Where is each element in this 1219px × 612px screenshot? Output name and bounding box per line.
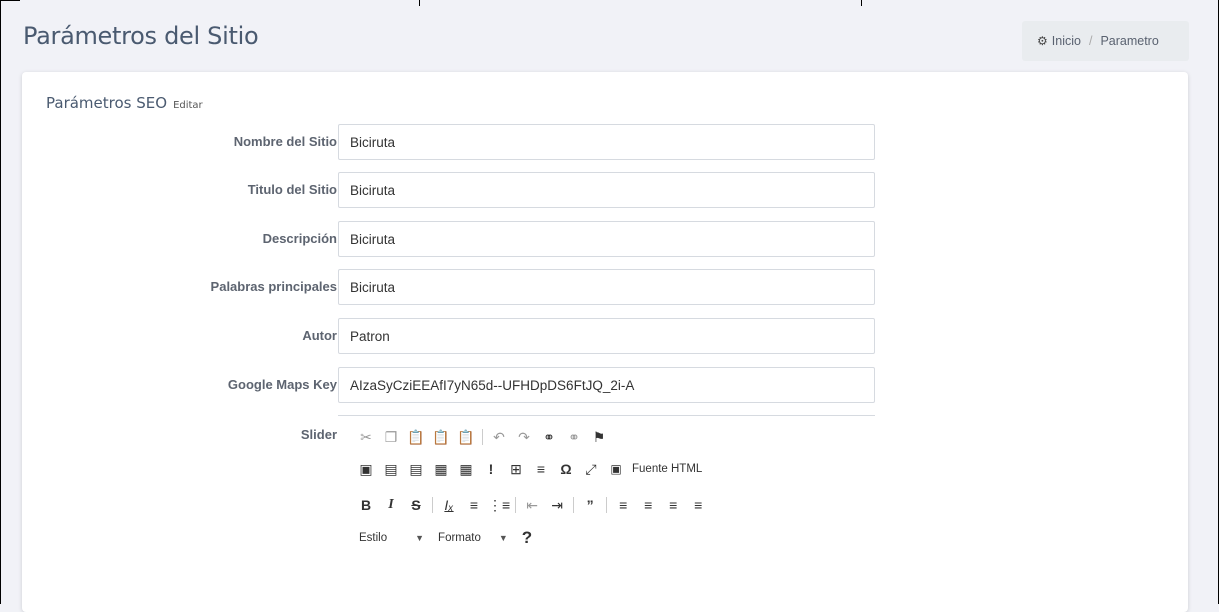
flash-icon[interactable]: ▤ xyxy=(380,459,402,479)
align-center-icon[interactable]: ≡ xyxy=(637,495,659,515)
author-label: Autor xyxy=(302,328,337,343)
anchor-flag-icon[interactable]: ⚑ xyxy=(588,427,610,447)
dashboard-icon: ⚙ xyxy=(1037,34,1048,48)
field-row-site-name: Nombre del Sitio xyxy=(22,124,1188,160)
numbered-list-icon[interactable]: ≡ xyxy=(463,495,485,515)
card-title: Parámetros SEO Editar xyxy=(46,94,203,112)
breadcrumb-current: Parametro xyxy=(1100,34,1159,48)
paste-text-icon[interactable]: 📋 xyxy=(430,427,452,447)
redo-icon[interactable]: ↷ xyxy=(513,427,535,447)
chevron-down-icon: ▼ xyxy=(498,533,508,543)
toolbar-separator xyxy=(515,497,517,513)
editor-toolbar-row-1: ✂ ❐ 📋 📋 📋 ↶ ↷ ⚭ ⚭ ⚑ xyxy=(355,427,613,447)
source-icon[interactable]: ▣ xyxy=(605,459,627,479)
grid-icon[interactable]: ▦ xyxy=(455,459,477,479)
indent-icon[interactable]: ⇥ xyxy=(546,495,568,515)
copy-icon[interactable]: ❐ xyxy=(380,427,402,447)
remove-format-icon[interactable]: Iₓ xyxy=(438,495,460,515)
paste-icon[interactable]: 📋 xyxy=(405,427,427,447)
seo-parameters-card: Parámetros SEO Editar Nombre del Sitio Ti… xyxy=(22,72,1188,612)
blockquote-icon[interactable]: ” xyxy=(579,495,601,515)
italic-icon[interactable]: I xyxy=(380,495,402,515)
description-label: Descripción xyxy=(262,231,337,246)
special-char-icon[interactable]: Ω xyxy=(555,459,577,479)
chevron-down-icon: ▼ xyxy=(415,533,425,543)
columns-icon[interactable]: ▦ xyxy=(430,459,452,479)
page-title: Parámetros del Sitio xyxy=(23,22,259,50)
description-input[interactable] xyxy=(338,221,875,257)
help-icon[interactable]: ? xyxy=(522,528,532,548)
site-name-label: Nombre del Sitio xyxy=(233,134,337,149)
horizontal-rule-icon[interactable]: ≡ xyxy=(530,459,552,479)
field-row-author: Autor xyxy=(22,318,1188,354)
format-dropdown-label: Formato xyxy=(438,532,481,544)
paste-word-icon[interactable]: 📋 xyxy=(455,427,477,447)
field-row-description: Descripción xyxy=(22,221,1188,257)
toolbar-separator xyxy=(573,497,575,513)
field-row-maps-key: Google Maps Key xyxy=(22,367,1188,403)
frame-tick xyxy=(419,0,420,6)
important-icon[interactable]: ! xyxy=(480,459,502,479)
bulleted-list-icon[interactable]: ⋮≡ xyxy=(488,495,510,515)
editor-toolbar-row-4: Estilo ▼ Formato ▼ ? xyxy=(359,528,532,548)
strikethrough-icon[interactable]: S xyxy=(405,495,427,515)
iframe-icon[interactable]: ▤ xyxy=(405,459,427,479)
breadcrumb: ⚙ Inicio / Parametro xyxy=(1022,21,1189,61)
align-right-icon[interactable]: ≡ xyxy=(662,495,684,515)
style-dropdown-label: Estilo xyxy=(359,532,388,544)
slider-label: Slider xyxy=(300,427,337,442)
frame-tick xyxy=(861,0,862,6)
site-title-input[interactable] xyxy=(338,172,875,208)
site-title-label: Titulo del Sitio xyxy=(247,182,337,197)
edit-link[interactable]: Editar xyxy=(173,100,203,111)
align-justify-icon[interactable]: ≡ xyxy=(687,495,709,515)
toolbar-separator xyxy=(606,497,608,513)
outdent-icon[interactable]: ⇤ xyxy=(521,495,543,515)
link-icon[interactable]: ⚭ xyxy=(538,427,560,447)
field-row-site-title: Titulo del Sitio xyxy=(22,172,1188,208)
maps-key-label: Google Maps Key xyxy=(227,377,337,392)
author-input[interactable] xyxy=(338,318,875,354)
unlink-icon[interactable]: ⚭ xyxy=(563,427,585,447)
editor-top-border xyxy=(338,415,875,416)
cut-icon[interactable]: ✂ xyxy=(355,427,377,447)
image-icon[interactable]: ▣ xyxy=(355,459,377,479)
table-icon[interactable]: ⊞ xyxy=(505,459,527,479)
format-dropdown[interactable]: Formato ▼ xyxy=(438,532,508,544)
bold-icon[interactable]: B xyxy=(355,495,377,515)
toolbar-separator xyxy=(482,429,483,445)
keywords-input[interactable] xyxy=(338,269,875,305)
maps-key-input[interactable] xyxy=(338,367,875,403)
frame-left-border xyxy=(0,0,1,604)
editor-toolbar-row-2: ▣ ▤ ▤ ▦ ▦ ! ⊞ ≡ Ω ⤢ ▣ Fuente HTML xyxy=(355,459,702,479)
align-left-icon[interactable]: ≡ xyxy=(612,495,634,515)
field-row-keywords: Palabras principales xyxy=(22,269,1188,305)
source-html-button[interactable]: Fuente HTML xyxy=(632,463,702,475)
undo-icon[interactable]: ↶ xyxy=(488,427,510,447)
site-name-input[interactable] xyxy=(338,124,875,160)
card-title-text: Parámetros SEO xyxy=(46,94,168,112)
editor-toolbar-row-3: B I S Iₓ ≡ ⋮≡ ⇤ ⇥ ” ≡ ≡ ≡ ≡ xyxy=(355,495,712,515)
breadcrumb-home-link[interactable]: Inicio xyxy=(1052,34,1081,48)
maximize-icon[interactable]: ⤢ xyxy=(580,459,602,479)
breadcrumb-separator: / xyxy=(1088,34,1093,48)
frame-top-border xyxy=(0,0,20,1)
keywords-label: Palabras principales xyxy=(210,279,337,294)
toolbar-separator xyxy=(432,497,433,513)
style-dropdown[interactable]: Estilo ▼ xyxy=(359,532,424,544)
